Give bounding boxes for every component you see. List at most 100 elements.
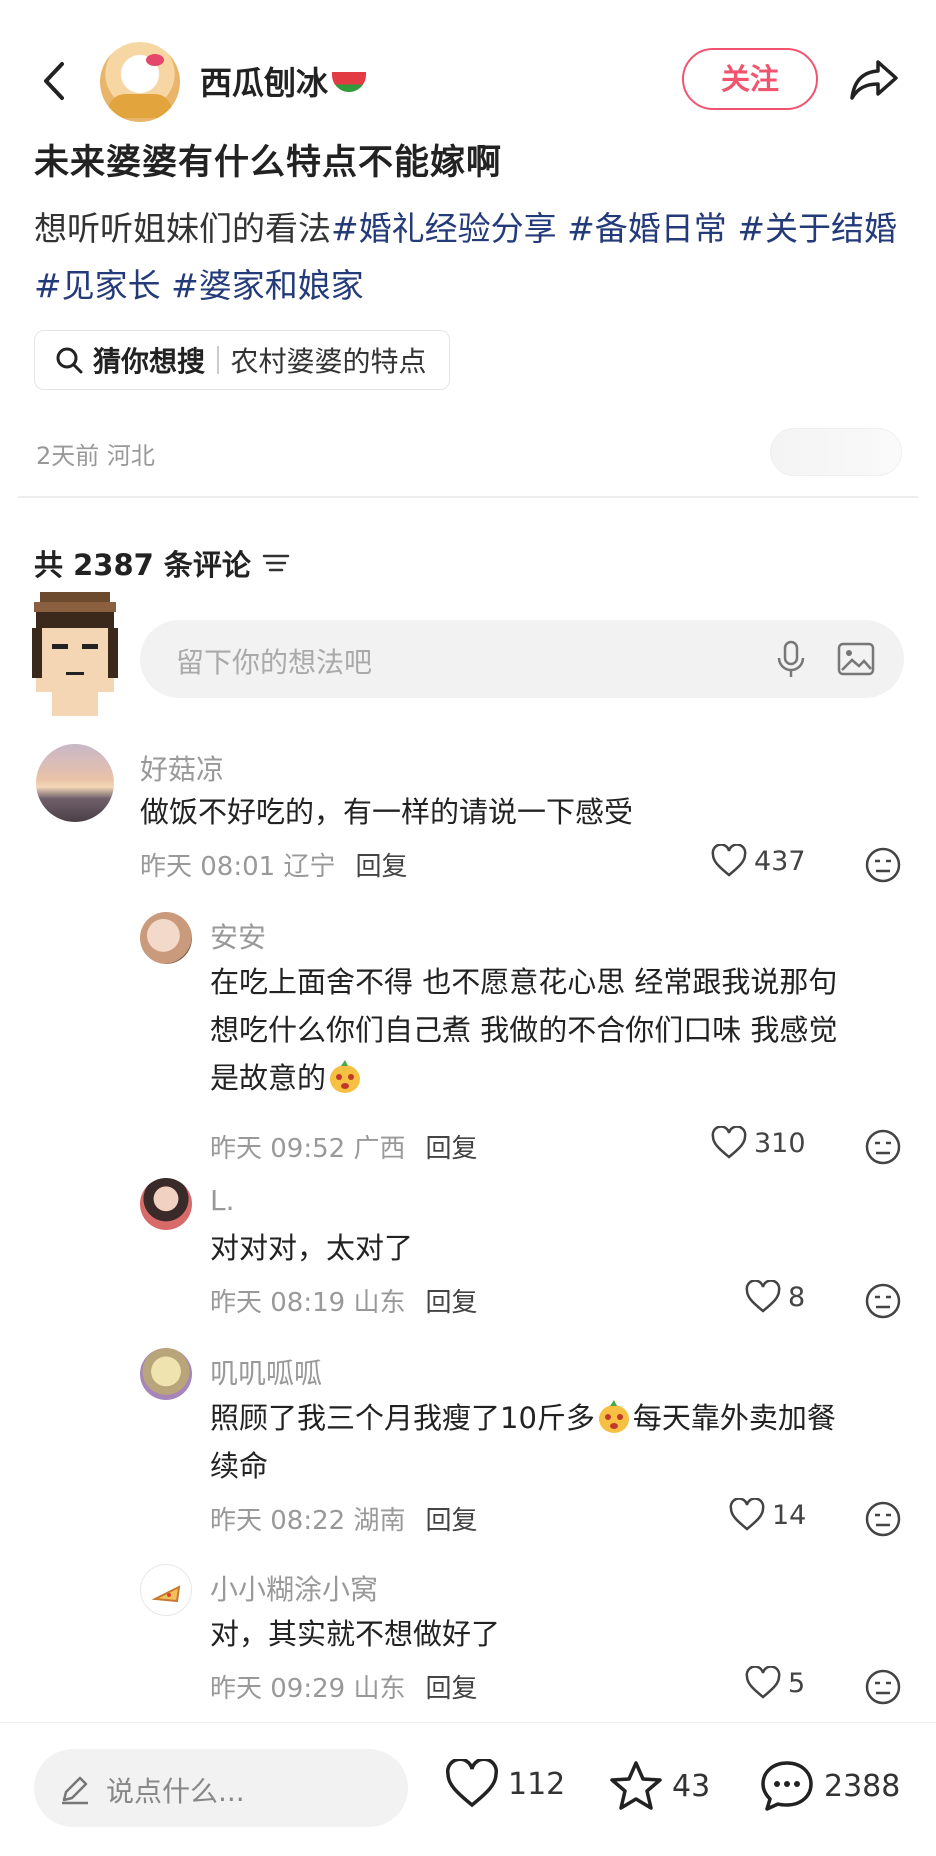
comment-like-button[interactable]: 437: [710, 844, 806, 878]
comment-time-location: 昨天 08:22 湖南: [210, 1506, 406, 1536]
post-meta: 2天前 河北: [36, 442, 155, 470]
comment-text-line: 在吃上面舍不得 也不愿意花心思 经常跟我说那句: [210, 965, 838, 999]
comment-count-label: 共 2387 条评论: [34, 548, 251, 582]
comment-text-line: 照顾了我三个月我瘦了10斤多 每天靠外卖加餐: [210, 1394, 910, 1442]
hashtag[interactable]: #见家长: [34, 266, 161, 305]
back-icon[interactable]: [36, 58, 72, 104]
commenter-avatar[interactable]: [140, 1348, 192, 1400]
reaction-face-icon[interactable]: [864, 1668, 902, 1706]
commenter-name[interactable]: 小小糊涂小窝: [210, 1568, 378, 1608]
like-button[interactable]: 112: [444, 1759, 565, 1809]
comment-meta: 昨天 09:29 山东 回复: [210, 1668, 477, 1705]
pizza-icon: [151, 1585, 181, 1603]
reaction-face-icon[interactable]: [864, 1282, 902, 1320]
commenter-avatar[interactable]: [140, 1564, 192, 1616]
comment-meta: 昨天 08:22 湖南 回复: [210, 1500, 477, 1537]
comment-like-count: 310: [754, 1127, 806, 1159]
comment-text: 对，其实就不想做好了: [210, 1617, 501, 1651]
favorite-button[interactable]: 43: [608, 1759, 710, 1813]
commenter-name[interactable]: 叽叽呱呱: [210, 1352, 322, 1392]
post-body-text: 想听听姐妹们的看法: [34, 209, 331, 248]
comment-like-count: 8: [788, 1281, 806, 1313]
comment-text-fragment: 是故意的: [210, 1061, 327, 1095]
reaction-face-icon[interactable]: [864, 846, 902, 884]
reply-button[interactable]: 回复: [355, 852, 407, 882]
comment-time-location: 昨天 08:01 辽宁: [140, 852, 336, 882]
comment-time-location: 昨天 08:19 山东: [210, 1288, 406, 1318]
author-name[interactable]: 西瓜刨冰: [200, 58, 367, 104]
comment-text-line: 续命: [210, 1449, 269, 1483]
favorite-count: 43: [672, 1768, 711, 1804]
comment-text-line: 想吃什么你们自己煮 我做的不合你们口味 我感觉: [210, 1013, 838, 1047]
heart-icon: [711, 844, 747, 877]
hashtag[interactable]: #婆家和娘家: [171, 266, 364, 305]
reply-button[interactable]: 回复: [425, 1134, 477, 1164]
comment-time-location: 昨天 09:52 广西: [210, 1134, 406, 1164]
comment-input-placeholder: 留下你的想法吧: [176, 646, 373, 679]
reaction-face-icon[interactable]: [864, 1500, 902, 1538]
post-title: 未来婆婆有什么特点不能嫁啊: [34, 143, 503, 183]
heart-icon: [729, 1498, 765, 1531]
comment-like-button[interactable]: 310: [710, 1126, 806, 1160]
chip-divider: [217, 346, 219, 374]
bottom-action-bar: 说点什么... 112 43 2388: [0, 1722, 936, 1856]
heart-icon: [745, 1280, 781, 1313]
hashtag[interactable]: #备婚日常: [567, 209, 727, 248]
my-avatar[interactable]: [22, 588, 126, 720]
avatar-bow-decoration: [146, 54, 164, 66]
watermelon-icon: [332, 72, 367, 92]
bottom-comment-input[interactable]: 说点什么...: [34, 1749, 408, 1827]
reply-button[interactable]: 回复: [425, 1506, 477, 1536]
star-icon: [610, 1761, 662, 1810]
pen-icon: [62, 1776, 88, 1805]
heart-icon: [446, 1759, 498, 1808]
image-icon[interactable]: [836, 640, 876, 678]
comment-like-button[interactable]: 5: [744, 1666, 805, 1700]
follow-button[interactable]: 关注: [682, 48, 818, 110]
comment-like-button[interactable]: 14: [728, 1498, 806, 1532]
commenter-name[interactable]: 好菇凉: [140, 748, 224, 788]
hashtag[interactable]: #关于结婚: [737, 209, 897, 248]
commenter-avatar[interactable]: [36, 744, 114, 822]
commenter-avatar[interactable]: [140, 912, 192, 964]
commenter-avatar[interactable]: [140, 1178, 192, 1230]
reply-button[interactable]: 回复: [425, 1674, 477, 1704]
post-header: 西瓜刨冰 关注: [0, 40, 936, 122]
comment-count[interactable]: 共 2387 条评论: [34, 542, 291, 584]
share-icon[interactable]: [848, 56, 900, 104]
divider: [18, 496, 918, 498]
emoji-icon: [598, 1400, 629, 1433]
commenter-name[interactable]: 安安: [210, 916, 266, 956]
comment-text-line: 是故意的: [210, 1054, 910, 1102]
emoji-icon: [330, 1060, 361, 1093]
blurred-pill: [770, 428, 902, 476]
reaction-face-icon[interactable]: [864, 1128, 902, 1166]
search-icon: [56, 347, 83, 374]
reply-button[interactable]: 回复: [425, 1288, 477, 1318]
comment-text: 在吃上面舍不得 也不愿意花心思 经常跟我说那句 想吃什么你们自己煮 我做的不合你…: [210, 958, 910, 1102]
avatar-gold-decoration: [108, 94, 172, 118]
comment-text: 做饭不好吃的，有一样的请说一下感受: [140, 795, 634, 829]
comment-meta: 昨天 09:52 广西 回复: [210, 1128, 477, 1165]
comment-time-location: 昨天 09:29 山东: [210, 1674, 406, 1704]
microphone-icon[interactable]: [770, 638, 812, 680]
sort-icon[interactable]: [261, 551, 291, 575]
author-avatar[interactable]: [100, 42, 180, 122]
comment-like-count: 14: [772, 1499, 807, 1531]
search-chip-label: 猜你想搜: [93, 345, 206, 378]
suggested-search-chip[interactable]: 猜你想搜 农村婆婆的特点: [34, 330, 450, 390]
bottom-input-placeholder: 说点什么...: [106, 1775, 245, 1808]
comment-text: 对对对，太对了: [210, 1231, 414, 1265]
comments-button[interactable]: 2388: [758, 1759, 900, 1813]
search-chip-value: 农村婆婆的特点: [230, 345, 427, 378]
commenter-name[interactable]: L.: [210, 1184, 235, 1217]
comment-meta: 昨天 08:01 辽宁 回复: [140, 846, 407, 883]
comment-total: 2388: [824, 1768, 901, 1804]
comment-text-fragment: 照顾了我三个月我瘦了10斤多: [210, 1401, 595, 1435]
comment-meta: 昨天 08:19 山东 回复: [210, 1282, 477, 1319]
chat-bubble-icon: [761, 1761, 813, 1811]
comment-input[interactable]: 留下你的想法吧: [140, 620, 904, 698]
comment-like-button[interactable]: 8: [744, 1280, 805, 1314]
hashtag[interactable]: #婚礼经验分享: [331, 209, 557, 248]
post-body: 想听听姐妹们的看法#婚礼经验分享 #备婚日常 #关于结婚 #见家长 #婆家和娘家: [34, 200, 914, 314]
